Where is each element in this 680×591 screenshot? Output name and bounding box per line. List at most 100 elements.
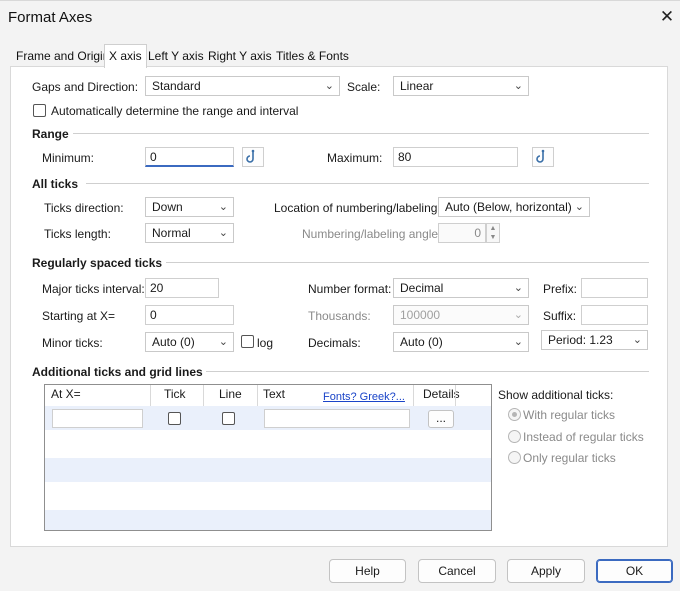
all-ticks-heading: All ticks xyxy=(32,177,79,191)
apply-button[interactable]: Apply xyxy=(507,559,585,583)
minor-ticks-select[interactable]: Auto (0) ⌄ xyxy=(145,332,234,352)
cancel-button[interactable]: Cancel xyxy=(418,559,496,583)
minimum-input[interactable]: 0 xyxy=(145,147,234,167)
ticks-direction-label: Ticks direction: xyxy=(44,201,124,215)
ticks-length-select[interactable]: Normal ⌄ xyxy=(145,223,234,243)
fonts-greek-link[interactable]: Fonts? Greek?... xyxy=(323,391,405,403)
col-line: Line xyxy=(219,387,242,401)
suffix-input[interactable] xyxy=(581,305,648,325)
number-format-value: Decimal xyxy=(400,281,444,295)
line-checkbox[interactable] xyxy=(222,412,235,425)
angle-spinner[interactable]: ▲ ▼ xyxy=(486,223,500,243)
additional-ticks-heading: Additional ticks and grid lines xyxy=(32,365,203,379)
ticks-direction-value: Down xyxy=(152,200,183,214)
starting-at-label: Starting at X= xyxy=(42,309,116,323)
chevron-down-icon: ⌄ xyxy=(574,201,584,213)
radio-with-regular[interactable] xyxy=(508,408,521,421)
all-ticks-divider xyxy=(86,183,649,184)
angle-input[interactable]: 0 xyxy=(438,223,486,243)
tab-right-y-axis[interactable]: Right Y axis xyxy=(204,46,276,66)
chevron-down-icon: ⌄ xyxy=(218,201,228,213)
hook-icon xyxy=(246,149,255,163)
spin-down-icon[interactable]: ▼ xyxy=(487,233,499,242)
range-divider xyxy=(73,133,649,134)
major-interval-input[interactable]: 20 xyxy=(145,278,219,298)
prefix-input[interactable] xyxy=(581,278,648,298)
col-separator xyxy=(203,385,204,406)
col-separator xyxy=(257,385,258,406)
chevron-down-icon: ⌄ xyxy=(513,80,523,92)
thousands-select[interactable]: 100000 ⌄ xyxy=(393,305,529,325)
details-button[interactable]: ... xyxy=(428,410,454,428)
title-bar xyxy=(0,0,680,36)
close-icon[interactable]: ✕ xyxy=(656,6,678,28)
col-separator xyxy=(150,385,151,406)
tab-titles-fonts[interactable]: Titles & Fonts xyxy=(272,46,353,66)
spin-up-icon[interactable]: ▲ xyxy=(487,224,499,233)
regular-ticks-heading: Regularly spaced ticks xyxy=(32,256,163,270)
help-button[interactable]: Help xyxy=(329,559,406,583)
hook-icon xyxy=(536,149,545,163)
grid-row xyxy=(45,510,491,530)
additional-ticks-grid[interactable]: At X= Tick Line Text Fonts? Greek?... De… xyxy=(44,384,492,531)
ticks-length-value: Normal xyxy=(152,226,191,240)
range-heading: Range xyxy=(32,127,69,141)
at-x-input[interactable] xyxy=(52,409,143,428)
location-value: Auto (Below, horizontal) xyxy=(445,200,572,214)
col-text: Text xyxy=(263,387,286,401)
minimum-hook-button[interactable] xyxy=(242,147,264,167)
tab-frame-and-origin[interactable]: Frame and Origin xyxy=(12,46,113,66)
chevron-down-icon: ⌄ xyxy=(324,80,334,92)
chevron-down-icon: ⌄ xyxy=(632,334,642,346)
tick-checkbox[interactable] xyxy=(168,412,181,425)
scale-select[interactable]: Linear ⌄ xyxy=(393,76,529,96)
chevron-down-icon: ⌄ xyxy=(218,227,228,239)
location-select[interactable]: Auto (Below, horizontal) ⌄ xyxy=(438,197,590,217)
chevron-down-icon: ⌄ xyxy=(513,336,523,348)
col-separator xyxy=(455,385,456,406)
regular-ticks-divider xyxy=(166,262,649,263)
chevron-down-icon: ⌄ xyxy=(218,336,228,348)
suffix-label: Suffix: xyxy=(543,309,577,323)
scale-value: Linear xyxy=(400,79,434,93)
col-at-x: At X= xyxy=(51,387,81,401)
radio-with-regular-label: With regular ticks xyxy=(523,408,616,422)
major-interval-label: Major ticks interval: xyxy=(42,282,145,296)
log-checkbox[interactable] xyxy=(241,335,254,348)
log-label: log xyxy=(257,336,274,350)
ticks-direction-select[interactable]: Down ⌄ xyxy=(145,197,234,217)
chevron-down-icon: ⌄ xyxy=(513,282,523,294)
decimals-select[interactable]: Auto (0) ⌄ xyxy=(393,332,529,352)
gaps-direction-select[interactable]: Standard ⌄ xyxy=(145,76,340,96)
grid-row xyxy=(45,458,491,482)
number-format-label: Number format: xyxy=(308,282,392,296)
radio-only-regular-label: Only regular ticks xyxy=(523,451,616,465)
maximum-hook-button[interactable] xyxy=(532,147,554,167)
gaps-direction-label: Gaps and Direction: xyxy=(32,80,139,94)
maximum-input[interactable]: 80 xyxy=(393,147,518,167)
chevron-down-icon: ⌄ xyxy=(513,309,523,321)
ok-button[interactable]: OK xyxy=(596,559,673,583)
location-label: Location of numbering/labeling: xyxy=(274,201,441,215)
additional-ticks-divider xyxy=(206,371,649,372)
starting-at-input[interactable]: 0 xyxy=(145,305,234,325)
show-additional-label: Show additional ticks: xyxy=(498,388,614,402)
col-tick: Tick xyxy=(164,387,186,401)
tab-left-y-axis[interactable]: Left Y axis xyxy=(144,46,208,66)
radio-instead-of-regular[interactable] xyxy=(508,430,521,443)
thousands-label: Thousands: xyxy=(308,309,371,323)
prefix-label: Prefix: xyxy=(543,282,578,296)
decimals-value: Auto (0) xyxy=(400,335,443,349)
period-select[interactable]: Period: 1.23 ⌄ xyxy=(541,330,648,350)
radio-only-regular[interactable] xyxy=(508,451,521,464)
number-format-select[interactable]: Decimal ⌄ xyxy=(393,278,529,298)
gaps-direction-value: Standard xyxy=(152,79,201,93)
ticks-length-label: Ticks length: xyxy=(44,227,111,241)
minor-ticks-label: Minor ticks: xyxy=(42,336,103,350)
tab-x-axis[interactable]: X axis xyxy=(104,44,147,68)
auto-range-checkbox[interactable] xyxy=(33,104,46,117)
col-separator xyxy=(413,385,414,406)
text-input[interactable] xyxy=(264,409,410,428)
minimum-label: Minimum: xyxy=(42,151,95,165)
angle-label: Numbering/labeling angle: xyxy=(302,227,442,241)
